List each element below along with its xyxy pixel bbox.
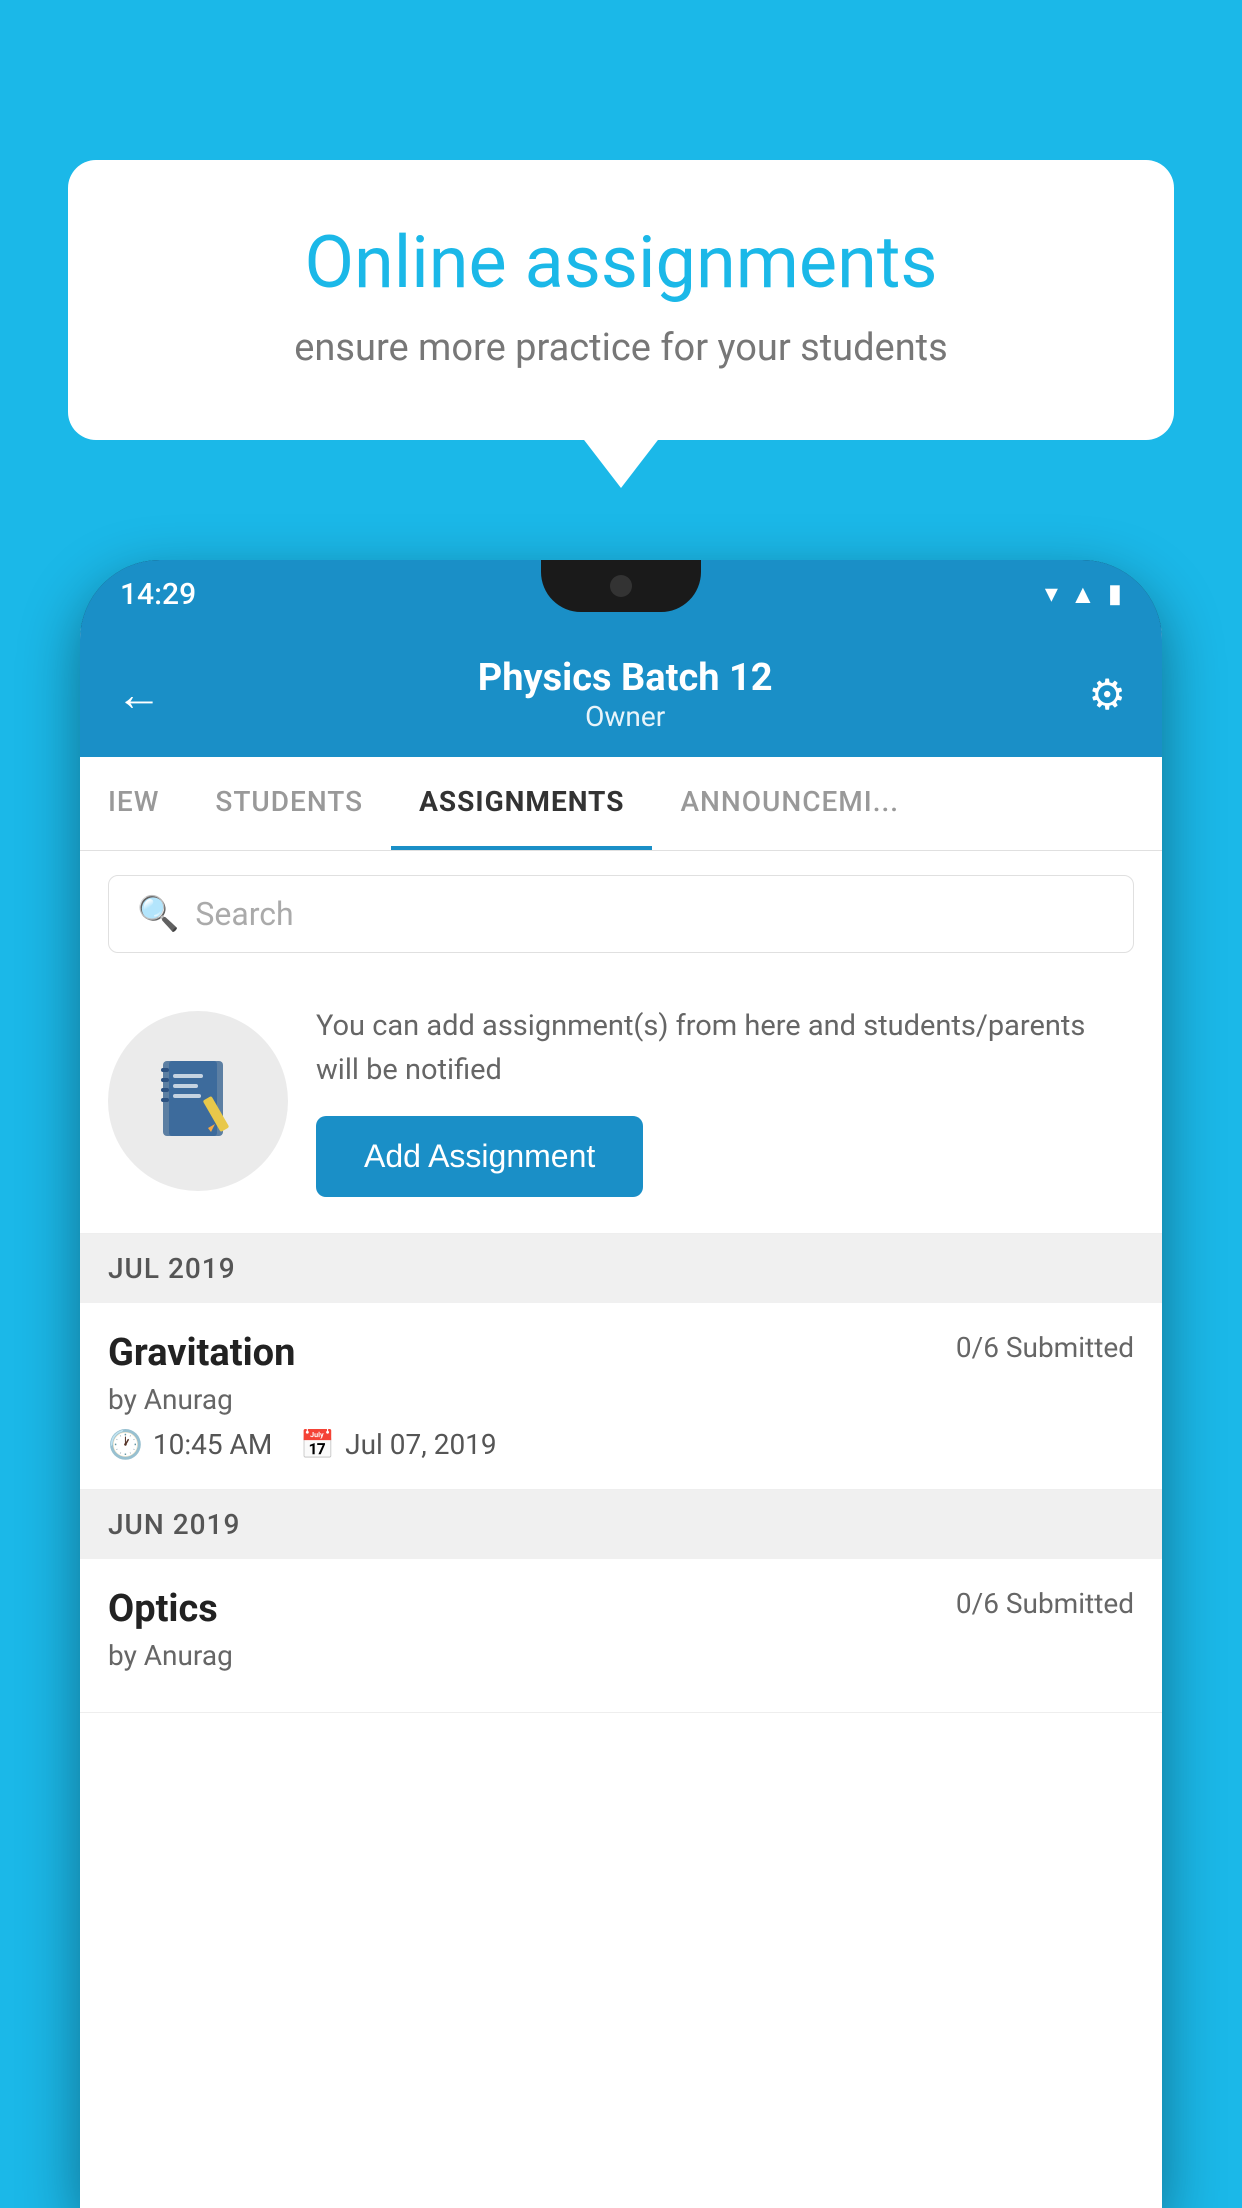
- assignment-top-row-optics: Optics 0/6 Submitted: [108, 1587, 1134, 1631]
- bubble-title: Online assignments: [148, 220, 1094, 306]
- assignment-by: by Anurag: [108, 1383, 1134, 1416]
- bubble-subtitle: ensure more practice for your students: [148, 326, 1094, 370]
- assignment-submitted-optics: 0/6 Submitted: [956, 1587, 1134, 1620]
- settings-icon[interactable]: ⚙: [1088, 670, 1126, 720]
- assignment-date: 📅 Jul 07, 2019: [300, 1428, 496, 1461]
- header-subtitle: Owner: [478, 700, 773, 733]
- assignment-top-row: Gravitation 0/6 Submitted: [108, 1331, 1134, 1375]
- notebook-icon: [153, 1056, 243, 1146]
- month-header-jul: JUL 2019: [80, 1234, 1162, 1303]
- calendar-icon: 📅: [300, 1428, 335, 1461]
- speech-bubble: Online assignments ensure more practice …: [68, 160, 1174, 440]
- promo-content: You can add assignment(s) from here and …: [316, 1005, 1134, 1197]
- status-bar: 14:29 ▾ ▲ ▮: [80, 560, 1162, 628]
- promo-icon-circle: [108, 1011, 288, 1191]
- assignment-item-gravitation[interactable]: Gravitation 0/6 Submitted by Anurag 🕐 10…: [80, 1303, 1162, 1490]
- speech-bubble-section: Online assignments ensure more practice …: [68, 160, 1174, 440]
- search-bar[interactable]: 🔍 Search: [108, 875, 1134, 953]
- app-header: ← Physics Batch 12 Owner ⚙: [80, 628, 1162, 757]
- assignment-time: 🕐 10:45 AM: [108, 1428, 272, 1461]
- tab-assignments[interactable]: ASSIGNMENTS: [391, 757, 652, 850]
- assignment-submitted: 0/6 Submitted: [956, 1331, 1134, 1364]
- tab-students[interactable]: STUDENTS: [187, 757, 391, 850]
- battery-icon: ▮: [1108, 579, 1122, 609]
- promo-section: You can add assignment(s) from here and …: [80, 977, 1162, 1234]
- assignment-item-optics[interactable]: Optics 0/6 Submitted by Anurag: [80, 1559, 1162, 1713]
- month-header-jun: JUN 2019: [80, 1490, 1162, 1559]
- phone-frame: 14:29 ▾ ▲ ▮ ← Physics Batch 12 Owner ⚙ I…: [80, 560, 1162, 2208]
- camera-dot: [610, 575, 632, 597]
- search-placeholder: Search: [195, 895, 293, 933]
- status-icons: ▾ ▲ ▮: [1045, 579, 1122, 610]
- search-icon: 🔍: [137, 894, 179, 934]
- tabs-container: IEW STUDENTS ASSIGNMENTS ANNOUNCEMI...: [80, 757, 1162, 851]
- assignment-meta: 🕐 10:45 AM 📅 Jul 07, 2019: [108, 1428, 1134, 1461]
- phone-notch: [541, 560, 701, 612]
- tab-iew[interactable]: IEW: [80, 757, 187, 850]
- back-button[interactable]: ←: [116, 667, 162, 722]
- header-title: Physics Batch 12: [478, 656, 773, 700]
- signal-icon: ▲: [1070, 579, 1096, 610]
- tab-announcements[interactable]: ANNOUNCEMI...: [652, 757, 927, 850]
- phone-screen: ← Physics Batch 12 Owner ⚙ IEW STUDENTS …: [80, 628, 1162, 2208]
- header-center: Physics Batch 12 Owner: [478, 656, 773, 733]
- clock-icon: 🕐: [108, 1428, 143, 1461]
- assignment-name-optics: Optics: [108, 1587, 218, 1631]
- status-time: 14:29: [120, 577, 196, 612]
- search-container: 🔍 Search: [80, 851, 1162, 977]
- wifi-icon: ▾: [1045, 579, 1058, 609]
- promo-description: You can add assignment(s) from here and …: [316, 1005, 1134, 1092]
- assignment-by-optics: by Anurag: [108, 1639, 1134, 1672]
- add-assignment-button[interactable]: Add Assignment: [316, 1116, 643, 1197]
- assignment-name: Gravitation: [108, 1331, 295, 1375]
